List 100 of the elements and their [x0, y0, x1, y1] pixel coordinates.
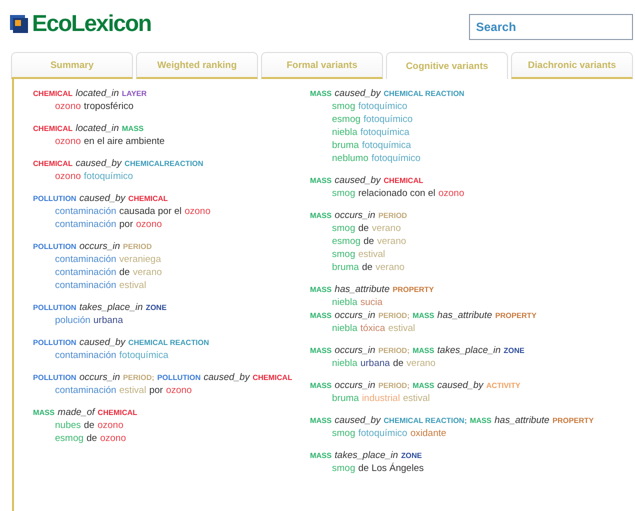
connector-words: de [392, 358, 404, 369]
tab[interactable]: Summary [11, 52, 133, 79]
term-word: bruma [332, 262, 359, 273]
term-word: esmog [332, 114, 361, 125]
term-word: oxidante [410, 428, 446, 439]
term-word: estival [358, 249, 386, 260]
term-word: ozono [55, 136, 81, 147]
term-word: ozono [166, 385, 192, 396]
relation-label: occurs_in [334, 380, 376, 391]
term-word: estival [388, 323, 416, 334]
connector-words: de [84, 420, 94, 431]
connector-words: de [358, 223, 369, 234]
relation-label: takes_place_in [437, 345, 501, 356]
term-word: smog [332, 428, 356, 439]
connector-words: relacionado con el [358, 188, 436, 199]
term-word: verano [132, 267, 162, 278]
term-word: contaminación [55, 385, 116, 396]
term-word: smog [332, 223, 356, 234]
term-word: estival [119, 280, 146, 291]
relation-label: caused_by [437, 380, 484, 391]
relation-label: made_of [58, 407, 95, 418]
relation-label: occurs_in [334, 310, 376, 321]
term-word: industrial [362, 393, 400, 404]
tab[interactable]: Weighted ranking [136, 52, 258, 79]
term-word: nubes [55, 420, 81, 431]
connector-words: de [86, 433, 98, 444]
term-word: smog [332, 101, 356, 112]
relation-label: caused_by [334, 175, 381, 186]
relation-label: caused_by [79, 193, 126, 204]
term-word: contaminación [55, 254, 116, 265]
term-word: contaminación [55, 350, 116, 361]
connector-words: causada por el [119, 206, 182, 217]
term-word: verano [372, 223, 401, 234]
logo-text: EcoLexicon [32, 10, 152, 37]
term-word: fotoquímica [119, 350, 168, 361]
term-word: niebla [332, 358, 358, 369]
connector-words: de [364, 236, 374, 247]
connector-words: de [362, 262, 373, 273]
term-word: ozono [100, 433, 126, 444]
relation-label: caused_by [79, 337, 126, 348]
term-word: contaminación [55, 206, 116, 217]
logo-icon [10, 14, 28, 32]
relation-label: takes_place_in [334, 450, 398, 461]
term-word: ozono [438, 188, 464, 199]
term-word: ozono [184, 206, 210, 217]
term-word: verano [406, 358, 436, 369]
relation-label: caused_by [334, 88, 381, 99]
term-word: smog [332, 249, 356, 260]
relation-label: occurs_in [79, 241, 120, 252]
relation-label: caused_by [76, 158, 122, 169]
term-word: fotoquímico [84, 171, 134, 182]
term-word: esmog [55, 433, 84, 444]
tab[interactable]: Formal variants [261, 52, 383, 79]
term-word: urbana [360, 358, 390, 369]
relation-label: occurs_in [79, 372, 120, 383]
term-word: ozono [136, 219, 162, 230]
relation-label: takes_place_in [79, 302, 143, 313]
term-word: veraniega [119, 254, 161, 265]
relation-label: located_in [76, 123, 119, 134]
term-word: esmog [332, 236, 361, 247]
term-word: bruma [332, 140, 359, 151]
term-word: smog [332, 463, 356, 474]
term-word: polución [55, 315, 90, 326]
connector-words: de [119, 267, 130, 278]
term-word: smog [332, 188, 356, 199]
term-word: urbana [93, 315, 123, 326]
tab[interactable]: Cognitive variants [386, 52, 508, 79]
term-word: ozono [55, 171, 81, 182]
search-field[interactable]: Search [469, 14, 633, 40]
term-word: sucia [360, 297, 383, 308]
term-word: contaminación [55, 219, 116, 230]
term-word: fotoquímico [371, 153, 421, 164]
relation-label: has_attribute [437, 310, 492, 321]
term-word: verano [377, 236, 406, 247]
relation-label: located_in [76, 88, 119, 99]
term-word: verano [376, 262, 405, 273]
term-word: niebla [332, 297, 358, 308]
term-word: niebla [332, 127, 358, 138]
term-word: ozono [97, 420, 124, 431]
term-word: contaminación [55, 280, 116, 291]
term-word: contaminación [55, 267, 116, 278]
term-word: bruma [332, 393, 359, 404]
relation-label: has_attribute [334, 284, 390, 295]
term-word: niebla [332, 323, 358, 334]
term-word: fotoquímica [360, 127, 410, 138]
connector-words: de Los Ángeles [358, 463, 424, 474]
term-word: estival [402, 393, 430, 404]
relation-label: occurs_in [334, 210, 376, 221]
relation-label: caused_by [334, 415, 381, 426]
connector-words: troposférico [84, 101, 134, 112]
term-word: fotoquímica [362, 140, 412, 151]
connector-words: por [119, 219, 133, 230]
relation-label: caused_by [204, 372, 250, 383]
term-word: estival [119, 385, 146, 396]
relation-label: has_attribute [494, 415, 550, 426]
connector-words: en el aire ambiente [84, 136, 165, 147]
tab[interactable]: Diachronic variants [511, 52, 633, 79]
term-word: fotoquímico [358, 428, 408, 439]
term-word: fotoquímico [358, 101, 408, 112]
connector-words: por [149, 385, 163, 396]
